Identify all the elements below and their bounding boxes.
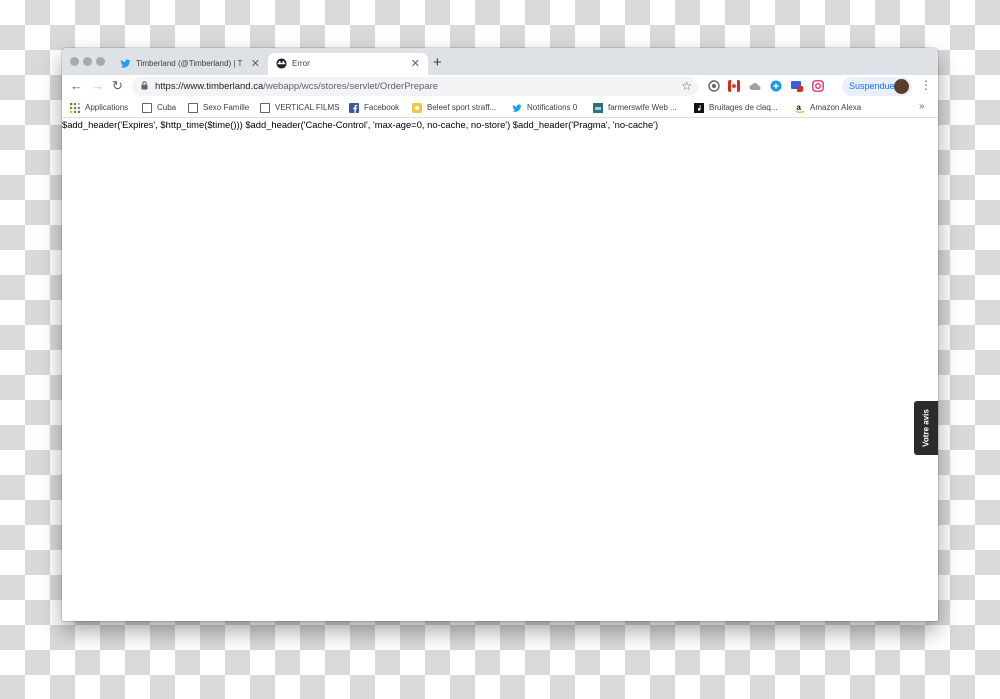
- tab-strip: Timberland (@Timberland) | Tw ✕ Error ✕ …: [62, 48, 938, 75]
- bookmark-label: Beleef sport straff...: [427, 103, 497, 112]
- amazon-icon: a: [795, 103, 805, 113]
- profile-button[interactable]: Suspendue: [842, 77, 912, 96]
- reload-icon[interactable]: ↻: [112, 78, 123, 94]
- lock-icon[interactable]: [141, 81, 148, 90]
- bookmark-label: Applications: [85, 103, 129, 112]
- tab-title: Error: [292, 59, 310, 68]
- feedback-tab[interactable]: Votre avis: [914, 401, 938, 455]
- error-code-text: $add_header('Expires', $http_time($time(…: [62, 119, 659, 130]
- bookmark-label: Amazon Alexa: [810, 103, 862, 112]
- tab-twitter[interactable]: Timberland (@Timberland) | Tw ✕: [112, 53, 268, 75]
- avatar: [894, 79, 909, 94]
- bookmarks-overflow-icon[interactable]: »: [919, 101, 925, 112]
- bookmark-label: farmerswife Web ...: [608, 103, 677, 112]
- folder-icon: [188, 103, 198, 113]
- twitter-icon: [512, 104, 522, 112]
- close-icon[interactable]: ✕: [411, 57, 420, 70]
- farmerswife-icon: [593, 103, 603, 113]
- bookmark-label: Notifications 0: [527, 103, 578, 112]
- toolbar: ← → ↻ https://www.timberland.ca/webapp/w…: [62, 75, 938, 99]
- bookmark-label: Sexo Famille: [203, 103, 250, 112]
- video-extension-icon[interactable]: [791, 80, 803, 92]
- window-zoom-icon[interactable]: [96, 57, 105, 66]
- tab-error[interactable]: Error ✕: [268, 53, 428, 75]
- site-icon: [412, 103, 422, 113]
- instagram-icon[interactable]: [812, 80, 824, 92]
- feedback-label: Votre avis: [921, 409, 931, 447]
- apps-grid-icon: [70, 103, 80, 113]
- address-bar[interactable]: https://www.timberland.ca/webapp/wcs/sto…: [132, 77, 698, 96]
- twitter-icon: [120, 59, 131, 68]
- extension-puzzle-icon[interactable]: [708, 80, 720, 92]
- url-path: /webapp/wcs/stores/servlet/OrderPrepare: [263, 81, 439, 92]
- window-minimize-icon[interactable]: [83, 57, 92, 66]
- bookmark-star-icon[interactable]: ☆: [681, 79, 692, 93]
- music-icon: [694, 103, 704, 113]
- folder-icon: [142, 103, 152, 113]
- window-close-icon[interactable]: [70, 57, 79, 66]
- folder-icon: [260, 103, 270, 113]
- forward-icon[interactable]: →: [91, 78, 104, 93]
- blue-circle-extension-icon[interactable]: [770, 80, 782, 92]
- tab-title: Timberland (@Timberland) | Tw: [136, 59, 242, 68]
- bookmark-label: Bruitages de claq...: [709, 103, 778, 112]
- close-icon[interactable]: ✕: [251, 57, 260, 70]
- bookmarks-bar: Applications Cuba Sexo Famille VERTICAL …: [62, 99, 938, 118]
- more-menu-icon[interactable]: ⋮: [920, 78, 932, 92]
- error-icon: [276, 58, 287, 69]
- page-content: $add_header('Expires', $http_time($time(…: [62, 118, 938, 621]
- bookmark-label: VERTICAL FILMS: [275, 103, 340, 112]
- new-tab-icon[interactable]: +: [433, 54, 442, 71]
- svg-text:a: a: [797, 103, 802, 112]
- cloud-extension-icon[interactable]: [749, 80, 761, 92]
- canada-flag-icon[interactable]: [728, 80, 740, 92]
- url-text: https://www.timberland.ca/webapp/wcs/sto…: [155, 81, 438, 92]
- url-host: https://www.timberland.ca: [155, 81, 264, 92]
- back-icon[interactable]: ←: [70, 78, 83, 93]
- browser-window: Timberland (@Timberland) | Tw ✕ Error ✕ …: [62, 48, 938, 621]
- bookmark-label: Facebook: [364, 103, 400, 112]
- bookmark-label: Cuba: [157, 103, 177, 112]
- facebook-icon: [349, 103, 359, 113]
- profile-label: Suspendue: [849, 81, 895, 91]
